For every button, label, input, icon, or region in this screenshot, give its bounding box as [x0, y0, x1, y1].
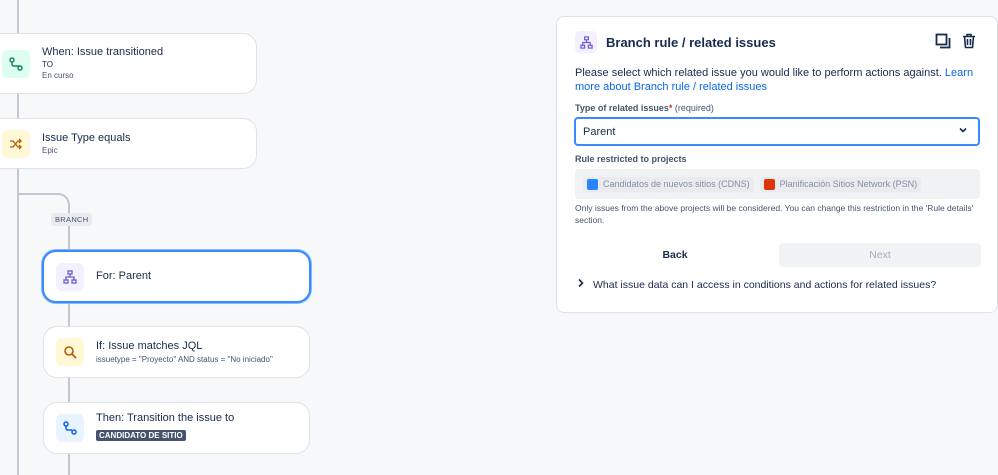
chevron-right-icon — [577, 278, 585, 291]
branch-tag: BRANCH — [51, 213, 93, 226]
transition-icon — [2, 49, 30, 78]
trigger-card[interactable]: When: Issue transitioned TO En curso — [0, 33, 257, 94]
hierarchy-icon — [575, 31, 597, 53]
branch-card[interactable]: For: Parent — [42, 250, 311, 303]
jql-title: If: Issue matches JQL — [96, 340, 203, 353]
search-icon — [56, 338, 84, 366]
description-text: Please select which related issue you wo… — [575, 67, 942, 79]
condition-value: Epic — [42, 146, 58, 156]
select-value: Parent — [583, 125, 616, 138]
projects-list: Candidatos de nuevos sitios (CDNS) Plani… — [575, 169, 980, 199]
copy-icon[interactable] — [933, 31, 953, 51]
action-title: Then: Transition the issue to — [96, 412, 235, 425]
panel-actions — [933, 31, 979, 51]
jql-query: issuetype = "Proyecto" AND status = "No … — [96, 354, 273, 364]
trash-icon[interactable] — [959, 31, 979, 51]
restricted-label: Rule restricted to projects — [575, 154, 687, 164]
status-lozenge: CANDIDATO DE SITIO — [96, 430, 186, 442]
branch-config-panel: Branch rule / related issues Please sele… — [556, 16, 998, 313]
panel-header: Branch rule / related issues — [575, 31, 776, 53]
faq-expander[interactable]: What issue data can I access in conditio… — [577, 278, 936, 291]
chevron-down-icon — [958, 125, 968, 138]
restriction-hint: Only issues from the above projects will… — [575, 203, 974, 225]
flow-connector — [17, 0, 19, 34]
back-button[interactable]: Back — [575, 243, 775, 267]
trigger-status: En curso — [42, 71, 74, 81]
project-name: Candidatos de nuevos sitios (CDNS) — [603, 179, 750, 189]
branch-title: For: Parent — [96, 270, 152, 283]
transition-icon — [56, 414, 84, 442]
required-mark: * — [668, 103, 673, 113]
condition-card[interactable]: Issue Type equals Epic — [0, 118, 257, 169]
cloud-icon — [587, 178, 598, 190]
project-name: Planificación Sitios Network (PSN) — [779, 179, 918, 189]
faq-label: What issue data can I access in conditio… — [593, 278, 937, 291]
action-card[interactable]: Then: Transition the issue to CANDIDATO … — [43, 402, 310, 454]
type-field-label: Type of related issues* (required) — [575, 103, 714, 113]
shuffle-icon — [2, 129, 30, 158]
flow-connector — [17, 94, 19, 118]
jql-condition-card[interactable]: If: Issue matches JQL issuetype = "Proye… — [43, 326, 310, 378]
hierarchy-icon — [56, 262, 84, 291]
panel-title: Branch rule / related issues — [606, 34, 776, 50]
project-icon — [763, 178, 775, 190]
project-chip: Candidatos de nuevos sitios (CDNS) — [583, 176, 754, 192]
panel-description: Please select which related issue you wo… — [575, 66, 985, 94]
next-button[interactable]: Next — [779, 243, 981, 267]
project-chip: Planificación Sitios Network (PSN) — [759, 176, 922, 192]
type-label-text: Type of related issues — [575, 103, 669, 113]
trigger-title: When: Issue transitioned — [42, 46, 164, 59]
condition-title: Issue Type equals — [42, 131, 131, 144]
trigger-to-label: TO — [42, 60, 53, 70]
related-issue-type-select[interactable]: Parent — [574, 117, 980, 146]
required-text: (required) — [674, 103, 714, 113]
